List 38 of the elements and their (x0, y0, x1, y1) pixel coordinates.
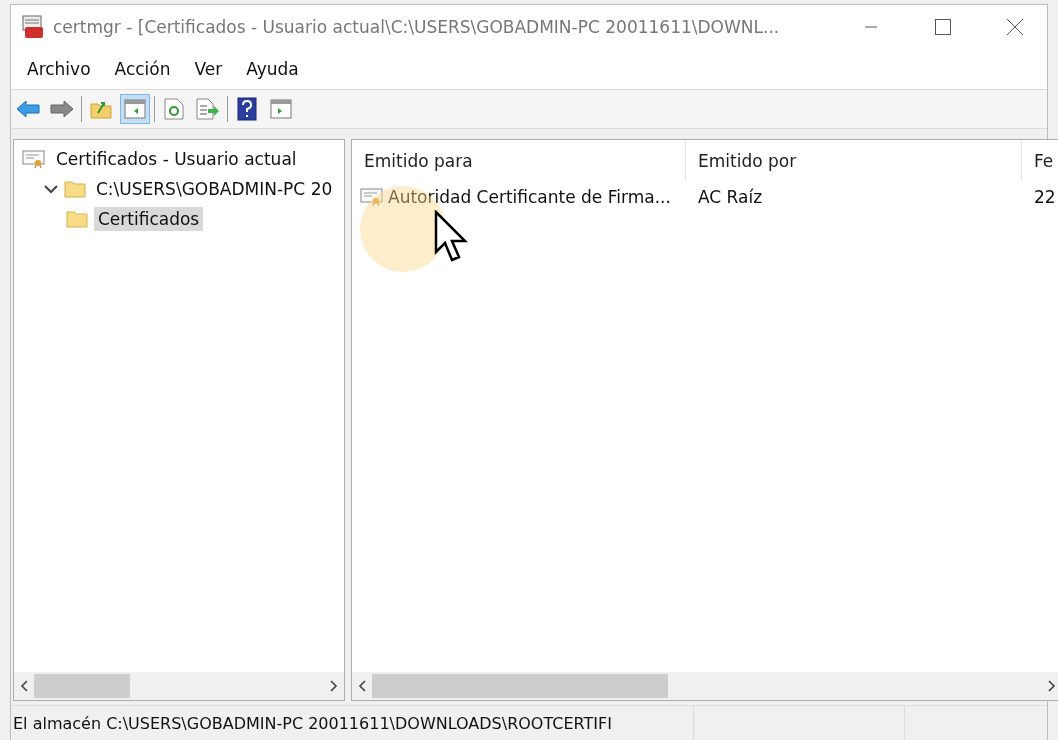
certificate-icon (360, 187, 384, 207)
table-cell: Autoridad Certificante de Firma... (388, 187, 671, 207)
app-icon (21, 15, 45, 39)
forward-arrow-icon (50, 100, 74, 118)
scroll-right-icon[interactable] (330, 680, 338, 692)
close-icon (1007, 19, 1023, 35)
window-title: certmgr - [Certificados - Usuario actual\C:\USERS\GOBADMIN-PC 20011611\DOWNL... (53, 17, 781, 37)
menu-item[interactable]: Archivo (15, 59, 103, 79)
chevron-icon[interactable] (44, 184, 58, 194)
menu-item[interactable]: Ver (182, 59, 235, 79)
table-cell: 22 (1034, 187, 1056, 207)
action-pane-icon (270, 99, 292, 119)
certificates-icon (22, 149, 46, 169)
scroll-left-icon[interactable] (358, 680, 366, 692)
export-list-icon (196, 98, 220, 120)
status-text: El almacén C:\USERS\GOBADMIN-PC 20011611\DOWNLOADS\ROOTCERTIFI (12, 713, 613, 733)
folder-icon (66, 210, 88, 228)
tree-item[interactable]: C:\USERS\GOBADMIN-PC 20 (92, 177, 337, 201)
table-cell: AC Raíz (698, 187, 763, 207)
tree-item[interactable]: Certificados - Usuario actual (52, 147, 301, 171)
column-header[interactable]: Emitido para (352, 141, 686, 181)
scroll-left-icon[interactable] (20, 680, 28, 692)
tree-item[interactable]: Certificados (94, 207, 204, 231)
folder-icon (64, 180, 86, 198)
folder-up-icon (90, 99, 112, 119)
column-header[interactable]: Fe (1022, 141, 1058, 181)
minimize-icon (865, 26, 877, 28)
column-header[interactable]: Emitido por (686, 141, 1022, 181)
horizontal-scrollbar[interactable] (14, 672, 344, 700)
maximize-icon (935, 19, 951, 35)
help-icon (237, 97, 257, 121)
horizontal-scrollbar[interactable] (352, 672, 1058, 700)
refresh-icon (164, 98, 184, 120)
scroll-right-icon[interactable] (1048, 680, 1056, 692)
back-arrow-icon (16, 100, 40, 118)
menu-item[interactable]: Acción (102, 59, 183, 79)
tree-pane-icon (124, 99, 146, 119)
menu-item[interactable]: Ayuda (234, 59, 311, 79)
